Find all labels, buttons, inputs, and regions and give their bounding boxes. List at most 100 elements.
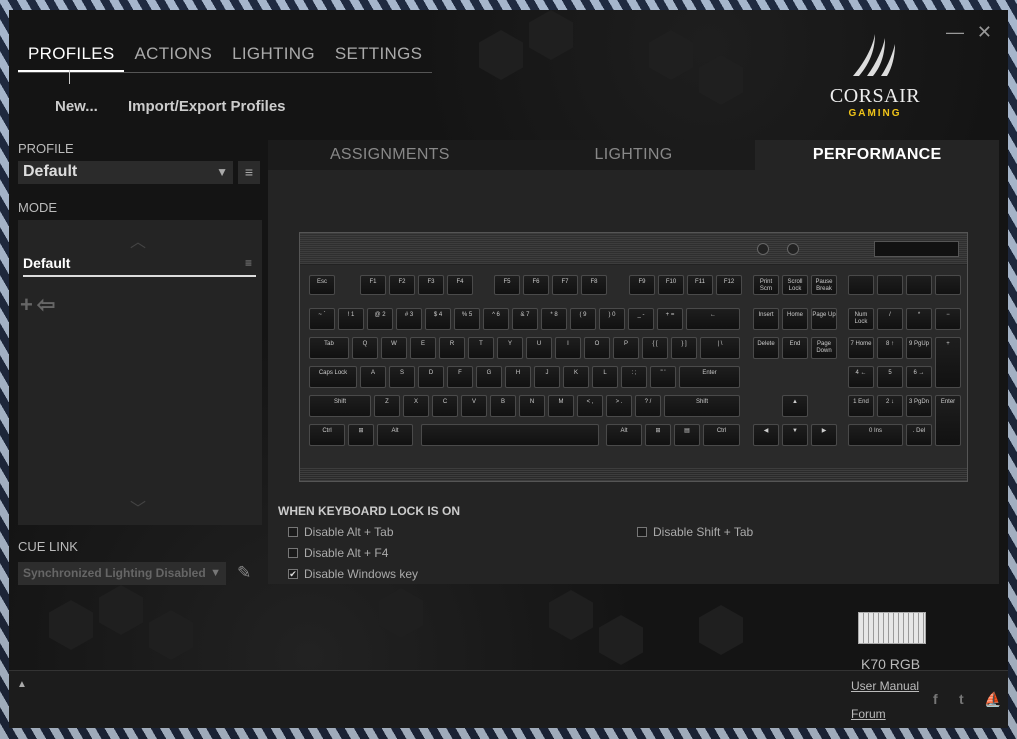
nav-settings[interactable]: SETTINGS	[325, 44, 432, 72]
keyboard-key[interactable]: ? /	[635, 395, 661, 417]
keyboard-key[interactable]: M	[548, 395, 574, 417]
keyboard-key[interactable]: U	[526, 337, 552, 359]
import-mode-icon[interactable]: ⇦	[37, 292, 55, 318]
pencil-icon[interactable]: ✎	[237, 563, 251, 583]
keyboard-key[interactable]: R	[439, 337, 465, 359]
user-manual-link[interactable]: User Manual	[851, 679, 919, 693]
keyboard-key[interactable]: S	[389, 366, 415, 388]
facebook-icon[interactable]: f	[933, 691, 938, 707]
keyboard-key[interactable]: 5	[877, 366, 903, 388]
tab-assignments[interactable]: ASSIGNMENTS	[268, 140, 512, 170]
right-ctrl-key[interactable]: Ctrl	[703, 424, 740, 446]
windows-key[interactable]: ⊞	[348, 424, 374, 446]
keyboard-key[interactable]: Esc	[309, 275, 335, 295]
keyboard-key[interactable]: F2	[389, 275, 415, 295]
new-profile-link[interactable]: New...	[55, 98, 98, 115]
numpad-plus-key[interactable]: +	[935, 337, 961, 388]
keyboard-key[interactable]: 4 ←	[848, 366, 874, 388]
keyboard-key[interactable]: L	[592, 366, 618, 388]
tab-lighting[interactable]: LIGHTING	[511, 140, 756, 170]
hamburger-icon[interactable]: ≡	[245, 256, 252, 270]
numpad-del-key[interactable]: . Del	[906, 424, 932, 446]
keyboard-key[interactable]: ^ 6	[483, 308, 509, 330]
keyboard-key[interactable]: 2 ↓	[877, 395, 903, 417]
keyboard-key[interactable]: F1	[360, 275, 386, 295]
keyboard-device-icon[interactable]	[858, 612, 926, 644]
keyboard-key[interactable]: + =	[657, 308, 683, 330]
close-button[interactable]: ✕	[977, 22, 992, 43]
keyboard-key[interactable]: } ]	[671, 337, 697, 359]
media-key[interactable]	[935, 275, 961, 295]
caps-lock-key[interactable]: Caps Lock	[309, 366, 357, 388]
keyboard-key[interactable]: W	[381, 337, 407, 359]
forum-link[interactable]: Forum	[851, 707, 886, 721]
keyboard-key[interactable]: Delete	[753, 337, 779, 359]
keyboard-key[interactable]: F7	[552, 275, 578, 295]
keyboard-key[interactable]: Page Up	[811, 308, 837, 330]
right-alt-key[interactable]: Alt	[606, 424, 642, 446]
left-alt-key[interactable]: Alt	[377, 424, 413, 446]
keyboard-key[interactable]: Scroll Lock	[782, 275, 808, 295]
keyboard-key[interactable]: " '	[650, 366, 676, 388]
checkbox-box[interactable]	[637, 527, 647, 537]
add-icon[interactable]: +	[20, 292, 33, 318]
import-export-link[interactable]: Import/Export Profiles	[128, 98, 286, 115]
keyboard-key[interactable]: * 8	[541, 308, 567, 330]
keyboard-key[interactable]: _ -	[628, 308, 654, 330]
right-shift-key[interactable]: Shift	[664, 395, 740, 417]
keyboard-key[interactable]: P	[613, 337, 639, 359]
keyboard-key[interactable]: −	[935, 308, 961, 330]
keyboard-key[interactable]: F8	[581, 275, 607, 295]
keyboard-key[interactable]: | \	[700, 337, 740, 359]
keyboard-key[interactable]: ( 9	[570, 308, 596, 330]
keyboard-key[interactable]: 1 End	[848, 395, 874, 417]
arrow-down-key[interactable]: ▼	[782, 424, 808, 446]
backspace-key[interactable]: ←	[686, 308, 740, 330]
keyboard-key[interactable]: F4	[447, 275, 473, 295]
left-ctrl-key[interactable]: Ctrl	[309, 424, 345, 446]
menu-key[interactable]: ▤	[674, 424, 700, 446]
arrow-left-key[interactable]: ◀	[753, 424, 779, 446]
keyboard-key[interactable]: F10	[658, 275, 684, 295]
keyboard-key[interactable]: Z	[374, 395, 400, 417]
twitter-icon[interactable]: t	[959, 691, 964, 707]
keyboard-key[interactable]: Num Lock	[848, 308, 874, 330]
media-key[interactable]	[906, 275, 932, 295]
keyboard-key[interactable]: End	[782, 337, 808, 359]
spacebar[interactable]	[421, 424, 599, 446]
chevron-up-icon[interactable]: ︿	[130, 228, 146, 252]
profile-select[interactable]: Default ▼	[18, 161, 233, 184]
keyboard-key[interactable]: C	[432, 395, 458, 417]
keyboard-key[interactable]: 3 PgDn	[906, 395, 932, 417]
keyboard-key[interactable]: : ;	[621, 366, 647, 388]
keyboard-key[interactable]: F3	[418, 275, 444, 295]
keyboard-key[interactable]: @ 2	[367, 308, 393, 330]
keyboard-key[interactable]: < ,	[577, 395, 603, 417]
keyboard-key[interactable]: A	[360, 366, 386, 388]
disable-shift-tab-checkbox[interactable]: Disable Shift + Tab	[637, 525, 753, 539]
keyboard-key[interactable]: F12	[716, 275, 742, 295]
numpad-0-key[interactable]: 0 Ins	[848, 424, 903, 446]
keyboard-key[interactable]: ! 1	[338, 308, 364, 330]
keyboard-key[interactable]: I	[555, 337, 581, 359]
keyboard-key[interactable]: ~ `	[309, 308, 335, 330]
keyboard-key[interactable]: > .	[606, 395, 632, 417]
keyboard-key[interactable]: Y	[497, 337, 523, 359]
keyboard-key[interactable]: Home	[782, 308, 808, 330]
keyboard-key[interactable]: F9	[629, 275, 655, 295]
keyboard-key[interactable]: F11	[687, 275, 713, 295]
keyboard-key[interactable]: Page Down	[811, 337, 837, 359]
arrow-right-key[interactable]: ▶	[811, 424, 837, 446]
keyboard-key[interactable]: *	[906, 308, 932, 330]
keyboard-key[interactable]: F	[447, 366, 473, 388]
chevron-down-icon[interactable]: ﹀	[130, 495, 146, 519]
keyboard-key[interactable]: # 3	[396, 308, 422, 330]
keyboard-key[interactable]: N	[519, 395, 545, 417]
enter-key[interactable]: Enter	[679, 366, 740, 388]
windows-key[interactable]: ⊞	[645, 424, 671, 446]
keyboard-key[interactable]: 7 Home	[848, 337, 874, 359]
keyboard-key[interactable]: { [	[642, 337, 668, 359]
keyboard-key[interactable]: K	[563, 366, 589, 388]
keyboard-key[interactable]: V	[461, 395, 487, 417]
keyboard-key[interactable]: $ 4	[425, 308, 451, 330]
